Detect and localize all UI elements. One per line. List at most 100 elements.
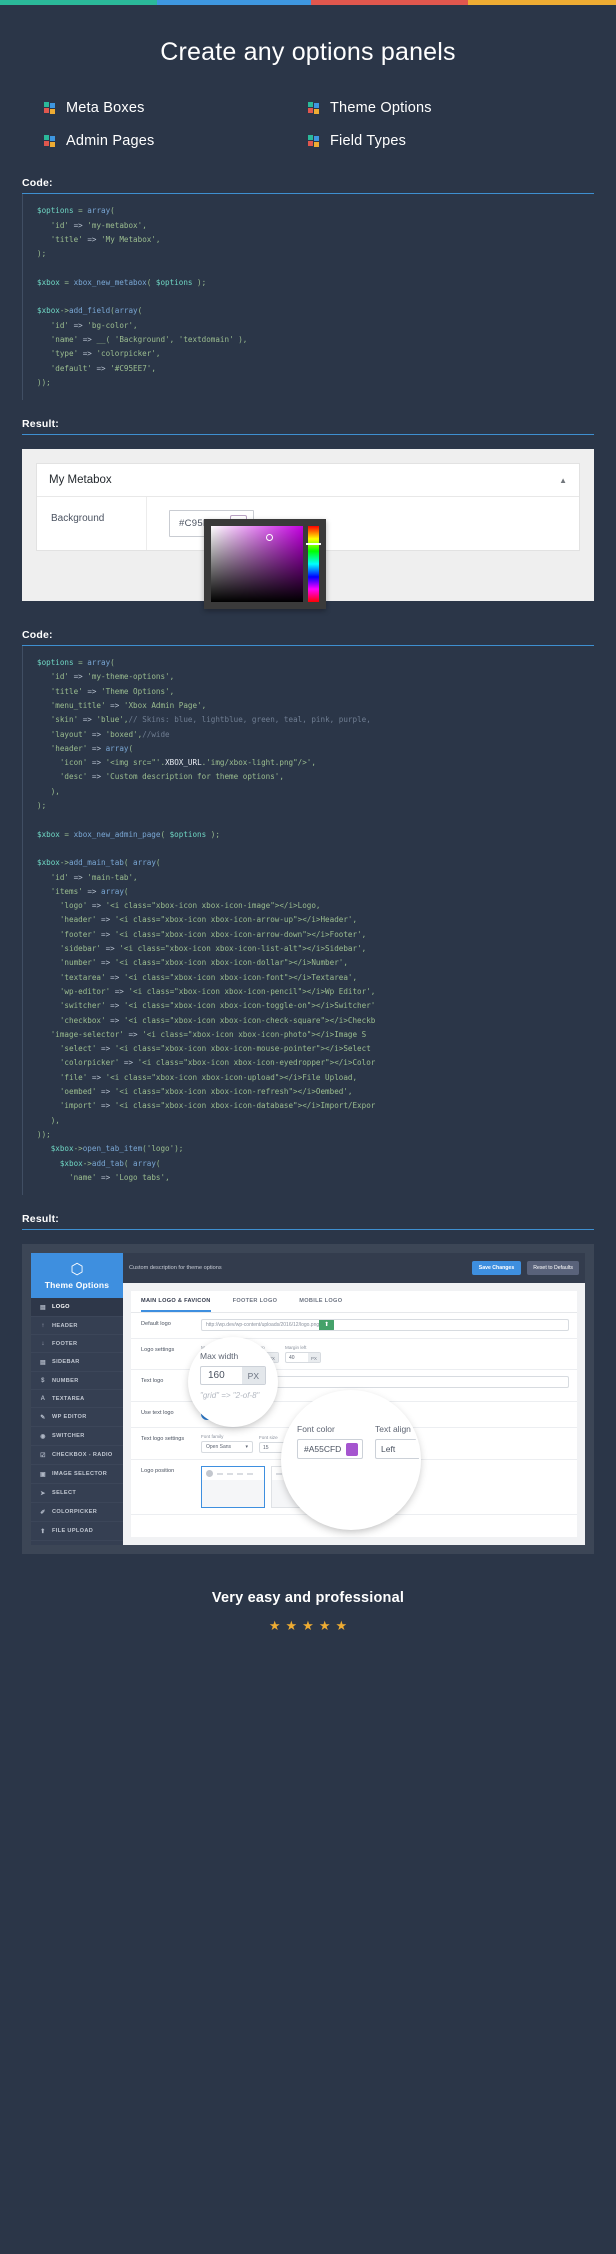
feature-label: Meta Boxes xyxy=(66,100,145,116)
row-field: http://wp.dev/wp-content/uploads/2016/12… xyxy=(197,1313,577,1338)
sidebar-item-logo[interactable]: ▤ LOGO xyxy=(31,1298,123,1317)
tab-mobile-logo[interactable]: MOBILE LOGO xyxy=(299,1298,342,1312)
magnified-max-width-value: 160 xyxy=(201,1370,242,1381)
sidebar-item-label: CHECKBOX - RADIO xyxy=(52,1452,113,1458)
sidebar-item-checkbox-radio[interactable]: ☑CHECKBOX - RADIO xyxy=(31,1446,123,1465)
sidebar-item-textarea[interactable]: ATEXTAREA xyxy=(31,1390,123,1408)
magnified-font-color-group: Font color #A55CFD xyxy=(297,1424,363,1459)
result-label: Result: xyxy=(22,1213,594,1229)
chevron-up-icon[interactable]: ▲ xyxy=(559,476,567,485)
sidebar-item-image-selector[interactable]: ▣ IMAGE SELECTOR xyxy=(31,1465,123,1484)
code-label: Code: xyxy=(22,177,594,193)
saturation-field[interactable] xyxy=(211,526,303,602)
sidebar-item-label: COLORPICKER xyxy=(52,1509,97,1515)
sidebar-item-label: LOGO xyxy=(52,1304,70,1310)
result-section-theme-options: Result: xyxy=(22,1213,594,1230)
magnified-text-align-select[interactable]: Left ▾ xyxy=(375,1439,419,1459)
sidebar-item-file-upload[interactable]: ⬆ FILE UPLOAD xyxy=(31,1522,123,1541)
theme-options-screenshot: ⬡ Theme Options ▤ LOGO ↑HEADER↓FOOTER▤SIDE… xyxy=(31,1253,585,1545)
magnified-grid-hint: "grid" => "2-of-8" xyxy=(200,1391,266,1400)
sidebar-item-footer[interactable]: ↓FOOTER xyxy=(31,1335,123,1353)
code-block-theme-options: $options = array( 'id' => 'my-theme-opti… xyxy=(22,646,594,1195)
magnified-color-swatch[interactable] xyxy=(346,1443,358,1456)
theme-options-screenshot-frame: ⬡ Theme Options ▤ LOGO ↑HEADER↓FOOTER▤SIDE… xyxy=(22,1244,594,1554)
hue-handle[interactable] xyxy=(306,543,321,545)
section-divider xyxy=(22,434,594,435)
feature-item-admin-pages: Admin Pages xyxy=(44,133,308,149)
color-strip-blue xyxy=(157,0,311,5)
admin-toolbar: Custom description for theme options Sav… xyxy=(123,1253,585,1283)
upload-icon[interactable]: ⬆ xyxy=(319,1319,334,1331)
sidebar-item-icon: ▣ xyxy=(39,1471,47,1478)
row-label: Default logo xyxy=(131,1313,197,1338)
code-section-theme-options: Code: xyxy=(22,629,594,646)
sidebar-item-label: IMAGE SELECTOR xyxy=(52,1471,107,1477)
magnifier-max-width: Max width 160 PX "grid" => "2-of-8" xyxy=(190,1339,276,1425)
magnified-text-align-value: Left xyxy=(381,1444,395,1454)
metabox-header[interactable]: My Metabox ▲ xyxy=(37,464,579,497)
sidebar-item-header[interactable]: ↑HEADER xyxy=(31,1317,123,1335)
sidebar-item-label: HEADER xyxy=(52,1323,78,1329)
sidebar-brand: ⬡ Theme Options xyxy=(31,1253,123,1298)
sidebar-item-oembed[interactable]: ⟳OEMBED xyxy=(31,1541,123,1545)
save-changes-button[interactable]: Save Changes xyxy=(472,1261,521,1275)
sidebar-item-icon: ◉ xyxy=(39,1433,47,1440)
metabox-result-preview: My Metabox ▲ Background #C95EE7 xyxy=(22,449,594,601)
tab-main-logo-favicon[interactable]: MAIN LOGO & FAVICON xyxy=(141,1298,211,1312)
admin-sidebar: ⬡ Theme Options ▤ LOGO ↑HEADER↓FOOTER▤SIDE… xyxy=(31,1253,123,1545)
magnified-font-color-label: Font color xyxy=(297,1424,363,1434)
sidebar-item-colorpicker[interactable]: ✐COLORPICKER xyxy=(31,1503,123,1522)
sidebar-item-sidebar[interactable]: ▤SIDEBAR xyxy=(31,1353,123,1372)
logo-dot-icon xyxy=(206,1470,213,1477)
code-block-metabox-wrap: $options = array( 'id' => 'my-metabox', … xyxy=(22,194,594,400)
magnified-max-width-input[interactable]: 160 PX xyxy=(200,1366,266,1385)
star-icon: ★ xyxy=(286,1619,298,1632)
sidebar-item-label: SWITCHER xyxy=(52,1433,85,1439)
magnified-unit-px: PX xyxy=(242,1367,265,1384)
result-label: Result: xyxy=(22,418,594,434)
sidebar-item-label: FILE UPLOAD xyxy=(52,1528,93,1534)
row-label: Text logo settings xyxy=(131,1428,197,1459)
margin-left-input[interactable]: 40 PX xyxy=(285,1352,321,1363)
magnified-font-color-input[interactable]: #A55CFD xyxy=(297,1439,363,1459)
four-squares-icon xyxy=(308,102,321,115)
sidebar-item-label: SIDEBAR xyxy=(52,1359,80,1365)
feature-item-meta-boxes: Meta Boxes xyxy=(44,100,308,116)
sidebar-item-icon: A xyxy=(39,1396,47,1402)
sidebar-item-select[interactable]: ➤SELECT xyxy=(31,1484,123,1503)
logo-url-input[interactable]: http://wp.dev/wp-content/uploads/2016/12… xyxy=(201,1319,569,1331)
feature-label: Field Types xyxy=(330,133,406,149)
promo-page: Create any options panels Meta Boxes The… xyxy=(0,0,616,2254)
sidebar-item-wp-editor[interactable]: ✎ WP EDITOR xyxy=(31,1408,123,1427)
page-title: Create any options panels xyxy=(0,5,616,68)
sidebar-item-label: SELECT xyxy=(52,1490,76,1496)
top-color-strip xyxy=(0,0,616,5)
hexagon-logo-icon: ⬡ xyxy=(31,1262,123,1277)
logo-position-option-left[interactable] xyxy=(201,1466,265,1508)
sidebar-item-label: WP EDITOR xyxy=(52,1414,87,1420)
admin-description: Custom description for theme options xyxy=(129,1265,466,1271)
hue-slider[interactable] xyxy=(308,526,319,602)
row-default-logo: Default logo http://wp.dev/wp-content/up… xyxy=(131,1313,577,1339)
reset-defaults-button[interactable]: Reset to Defaults xyxy=(527,1261,579,1275)
font-family-select[interactable]: Open Sans ▾ xyxy=(201,1441,253,1453)
magnified-max-width-label: Max width xyxy=(200,1351,266,1361)
tab-footer-logo[interactable]: FOOTER LOGO xyxy=(233,1298,278,1312)
sidebar-item-switcher[interactable]: ◉ SWITCHER xyxy=(31,1427,123,1446)
colorpicker-popup[interactable] xyxy=(204,519,326,609)
font-family-group: Font family Open Sans ▾ xyxy=(201,1434,253,1453)
sidebar-item-icon: ✎ xyxy=(39,1414,47,1421)
sidebar-item-number[interactable]: $NUMBER xyxy=(31,1372,123,1390)
color-strip-orange xyxy=(468,0,616,5)
footer: Very easy and professional ★★★★★ xyxy=(0,1554,616,1658)
code-block-theme-options-wrap: $options = array( 'id' => 'my-theme-opti… xyxy=(22,646,594,1195)
font-size-value: 15 xyxy=(263,1445,269,1451)
logo-url-value: http://wp.dev/wp-content/uploads/2016/12… xyxy=(206,1322,319,1328)
saturation-handle[interactable] xyxy=(266,534,273,541)
unit-px: PX xyxy=(308,1353,320,1362)
sidebar-item-label: FOOTER xyxy=(52,1341,77,1347)
row-label: Logo settings xyxy=(131,1339,197,1369)
sidebar-item-icon: ▤ xyxy=(39,1304,47,1311)
metabox-title: My Metabox xyxy=(49,474,112,486)
sidebar-item-icon: ⬆ xyxy=(39,1528,47,1535)
